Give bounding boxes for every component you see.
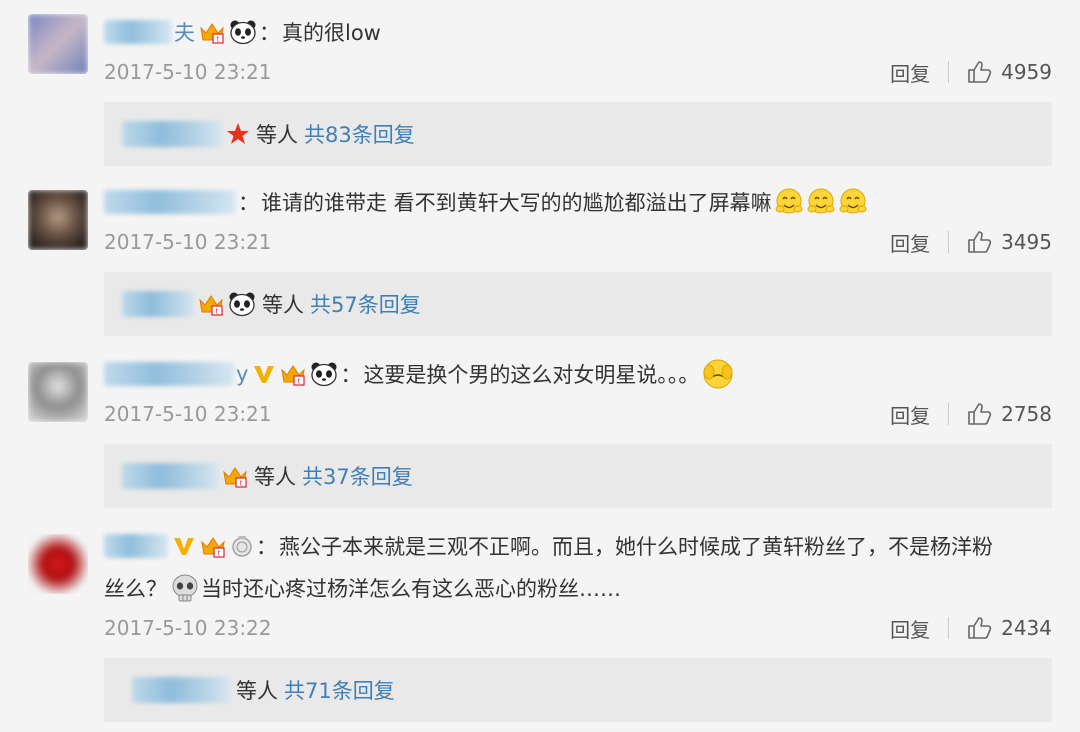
reply-button[interactable]: 回复	[890, 228, 930, 257]
like-count: 2758	[1001, 402, 1052, 426]
verified-v-icon	[252, 363, 276, 385]
comment-time: 2017-5-10 23:21	[104, 230, 272, 254]
comment-text: 真的很low	[282, 21, 381, 45]
giggle-emoji-icon	[806, 187, 836, 217]
comment-item: 夫 t ： 真的很low 2017-5-10 23:21 回复 4959 等人 …	[0, 12, 1080, 172]
comment-item: t ： 燕公子本来就是三观不正啊。而且，她什么时候成了黄轩粉丝了，不是杨洋粉 丝…	[0, 526, 1080, 726]
reply-users-suffix: 等人	[256, 123, 298, 147]
red-star-icon	[226, 122, 250, 146]
replies-panel: t 等人 共37条回复	[104, 444, 1052, 508]
replies-panel: 等人 共83条回复	[104, 102, 1052, 166]
panda-icon	[310, 361, 338, 387]
reply-users-blurred	[122, 463, 218, 489]
comment-meta: 2017-5-10 23:22 回复 2434	[104, 613, 1052, 643]
divider	[948, 403, 950, 425]
like-count: 2434	[1001, 616, 1052, 640]
comment-item: ： 谁请的谁带走 看不到黄轩大写的的尴尬都溢出了屏幕嘛 2017-5-10 23…	[0, 182, 1080, 342]
avatar[interactable]	[28, 534, 88, 594]
svg-text:t: t	[240, 480, 243, 488]
comment-meta: 2017-5-10 23:21 回复 2758	[104, 399, 1052, 429]
comment-header: 夫 t ： 真的很low	[104, 12, 1064, 52]
comment-text-part: 当时还心疼过杨洋怎么有这么恶心的粉丝……	[201, 577, 621, 601]
divider	[948, 61, 950, 83]
giggle-emoji-icon	[838, 187, 868, 217]
reply-users-blurred	[132, 677, 230, 703]
thumbs-up-icon	[968, 403, 992, 425]
crown-badge-icon: t	[200, 534, 226, 558]
panda-icon	[229, 19, 257, 45]
replies-panel: t 等人 共57条回复	[104, 272, 1052, 336]
svg-text:t: t	[217, 36, 220, 44]
reply-users-suffix: 等人	[262, 293, 304, 317]
view-replies-link[interactable]: 共57条回复	[310, 289, 421, 319]
crown-badge-icon: t	[198, 292, 224, 316]
reply-users-blurred	[122, 121, 222, 147]
like-count: 3495	[1001, 230, 1052, 254]
reply-users-suffix: 等人	[254, 465, 296, 489]
reply-users-blurred	[122, 291, 194, 317]
comment-text: 谁请的谁带走 看不到黄轩大写的的尴尬都溢出了屏幕嘛	[261, 191, 772, 215]
comment-meta: 2017-5-10 23:21 回复 3495	[104, 227, 1052, 257]
svg-text:t: t	[218, 550, 221, 558]
comment-time: 2017-5-10 23:22	[104, 616, 272, 640]
cover-face-emoji-icon	[701, 358, 735, 390]
like-count: 4959	[1001, 60, 1052, 84]
comment-item: y t ： 这要是换个男的这么对女明星说。。。 2017-5-10 23:21 …	[0, 354, 1080, 514]
like-button[interactable]: 2434	[967, 616, 1052, 640]
thumbs-up-icon	[968, 231, 992, 253]
svg-text:t: t	[216, 308, 219, 316]
replies-panel: 等人 共71条回复	[104, 658, 1052, 722]
comment-header: t ： 燕公子本来就是三观不正啊。而且，她什么时候成了黄轩粉丝了，不是杨洋粉	[104, 526, 1064, 566]
divider	[948, 617, 950, 639]
comment-text-continued: 丝么？ 当时还心疼过杨洋怎么有这么恶心的粉丝……	[104, 568, 1064, 608]
comment-time: 2017-5-10 23:21	[104, 402, 272, 426]
divider	[948, 231, 950, 253]
reply-button[interactable]: 回复	[890, 58, 930, 87]
username-blurred[interactable]	[104, 20, 172, 44]
like-button[interactable]: 3495	[967, 230, 1052, 254]
comment-text: 燕公子本来就是三观不正啊。而且，她什么时候成了黄轩粉丝了，不是杨洋粉	[279, 535, 993, 559]
like-button[interactable]: 2758	[967, 402, 1052, 426]
panda-icon	[228, 291, 256, 317]
medal-icon	[230, 534, 254, 558]
view-replies-link[interactable]: 共83条回复	[304, 119, 415, 149]
comment-time: 2017-5-10 23:21	[104, 60, 272, 84]
username-tail[interactable]: 夫	[174, 17, 195, 47]
avatar[interactable]	[28, 190, 88, 250]
view-replies-link[interactable]: 共37条回复	[302, 461, 413, 491]
avatar[interactable]	[28, 362, 88, 422]
reply-button[interactable]: 回复	[890, 614, 930, 643]
comment-meta: 2017-5-10 23:21 回复 4959	[104, 57, 1052, 87]
giggle-emoji-icon	[774, 187, 804, 217]
reply-button[interactable]: 回复	[890, 400, 930, 429]
username-blurred[interactable]	[104, 362, 234, 386]
crown-badge-icon: t	[199, 20, 225, 44]
verified-v-icon	[172, 535, 196, 557]
comment-text: 这要是换个男的这么对女明星说。。。	[363, 363, 700, 387]
username-tail[interactable]: y	[236, 362, 248, 386]
comment-text-part: 丝么？	[104, 577, 167, 601]
username-blurred[interactable]	[104, 534, 168, 558]
comment-header: y t ： 这要是换个男的这么对女明星说。。。	[104, 354, 1064, 394]
username-blurred[interactable]	[104, 190, 236, 214]
view-replies-link[interactable]: 共71条回复	[284, 675, 395, 705]
thumbs-up-icon	[968, 61, 992, 83]
thumbs-up-icon	[968, 617, 992, 639]
crown-badge-icon: t	[280, 362, 306, 386]
reply-users-suffix: 等人	[236, 679, 278, 703]
comment-header: ： 谁请的谁带走 看不到黄轩大写的的尴尬都溢出了屏幕嘛	[104, 182, 1064, 222]
like-button[interactable]: 4959	[967, 60, 1052, 84]
avatar[interactable]	[28, 14, 88, 74]
svg-text:t: t	[298, 378, 301, 386]
crown-badge-icon: t	[222, 464, 248, 488]
skull-emoji-icon	[169, 572, 201, 604]
